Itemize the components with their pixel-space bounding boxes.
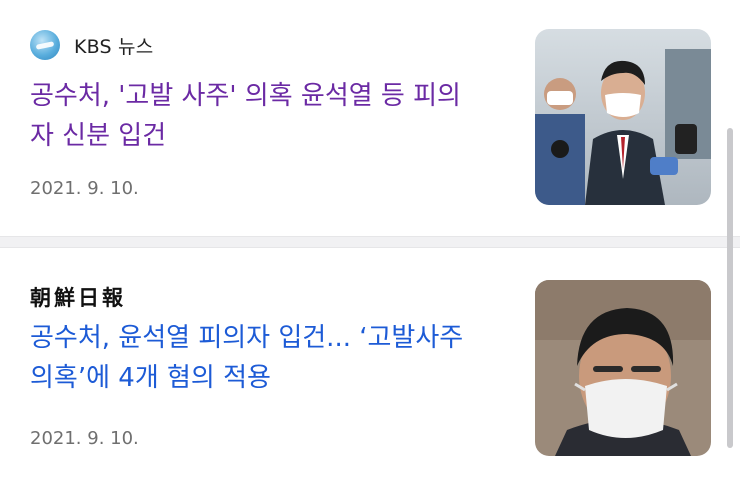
article-thumbnail[interactable] bbox=[535, 29, 711, 205]
headline-line: 공수처, 윤석열 피의자 입건... ‘고발사주 bbox=[30, 323, 464, 353]
headline-line: 공수처, '고발 사주' 의혹 윤석열 등 피의 bbox=[30, 81, 461, 111]
source-name: 朝鮮日報 bbox=[30, 285, 126, 310]
press-scrum-photo bbox=[535, 29, 711, 205]
news-source: 朝鮮日報 bbox=[30, 282, 126, 312]
kbs-logo-icon bbox=[30, 30, 60, 60]
scrollbar[interactable] bbox=[727, 128, 733, 448]
section-divider bbox=[0, 236, 740, 248]
article-date: 2021. 9. 10. bbox=[30, 178, 139, 199]
news-card[interactable]: KBS 뉴스 공수처, '고발 사주' 의혹 윤석열 등 피의 자 신분 입건 … bbox=[0, 0, 740, 236]
article-thumbnail[interactable] bbox=[535, 280, 711, 456]
article-headline-link[interactable]: 공수처, 윤석열 피의자 입건... ‘고발사주 의혹’에 4개 혐의 적용 bbox=[30, 318, 510, 398]
portrait-photo bbox=[535, 280, 711, 456]
headline-line: 의혹’에 4개 혐의 적용 bbox=[30, 363, 271, 393]
article-headline-link[interactable]: 공수처, '고발 사주' 의혹 윤석열 등 피의 자 신분 입건 bbox=[30, 76, 510, 156]
source-name: KBS 뉴스 bbox=[74, 35, 154, 58]
headline-line: 자 신분 입건 bbox=[30, 121, 167, 151]
news-card[interactable]: 朝鮮日報 공수처, 윤석열 피의자 입건... ‘고발사주 의혹’에 4개 혐의… bbox=[0, 248, 740, 487]
article-date: 2021. 9. 10. bbox=[30, 428, 139, 449]
news-source: KBS 뉴스 bbox=[30, 30, 153, 60]
